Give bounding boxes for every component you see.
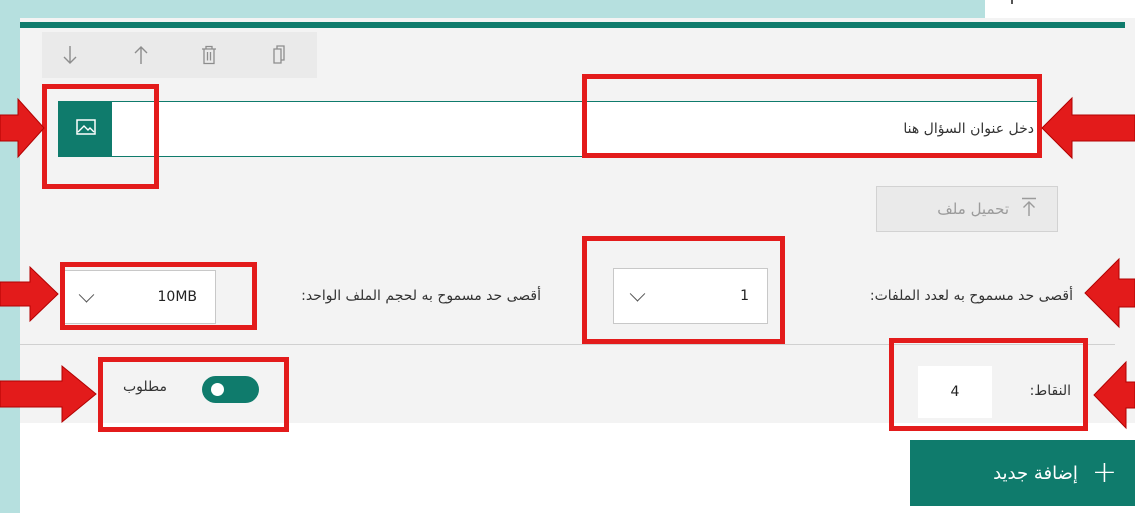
frame-top bbox=[0, 0, 985, 18]
annotation-arrow-right bbox=[0, 364, 97, 424]
upload-icon bbox=[1021, 197, 1037, 222]
card-accent-line bbox=[20, 22, 1125, 28]
annotation-box-file-count bbox=[582, 236, 785, 344]
annotation-box-points bbox=[889, 338, 1088, 431]
annotation-box-image-button bbox=[42, 84, 159, 189]
arrow-up-icon[interactable] bbox=[126, 40, 156, 70]
annotation-arrow-right bbox=[0, 265, 59, 323]
upload-label: تحميل ملف bbox=[937, 200, 1009, 218]
corner-mark bbox=[1011, 0, 1013, 4]
annotation-arrow-left bbox=[1093, 360, 1135, 430]
arrow-down-icon[interactable] bbox=[55, 40, 85, 70]
question-toolbar bbox=[42, 32, 317, 78]
annotation-box-file-size bbox=[60, 262, 257, 330]
add-new-button[interactable]: إضافة جديد + bbox=[910, 440, 1135, 506]
annotation-box-question-title bbox=[582, 74, 1042, 158]
plus-icon: + bbox=[1091, 455, 1117, 490]
annotation-arrow-left bbox=[1041, 96, 1135, 160]
annotation-arrow-right bbox=[0, 97, 45, 159]
max-file-size-label: أقصى حد مسموح به لحجم الملف الواحد: bbox=[301, 288, 541, 304]
annotation-box-required bbox=[98, 357, 289, 432]
copy-icon[interactable] bbox=[264, 40, 294, 70]
frame-left bbox=[0, 0, 20, 513]
max-file-count-label: أقصى حد مسموح به لعدد الملفات: bbox=[869, 288, 1073, 304]
upload-file-button[interactable]: تحميل ملف bbox=[876, 186, 1058, 232]
annotation-arrow-left bbox=[1084, 257, 1135, 329]
trash-icon[interactable] bbox=[194, 40, 224, 70]
add-new-label: إضافة جديد bbox=[993, 462, 1078, 484]
